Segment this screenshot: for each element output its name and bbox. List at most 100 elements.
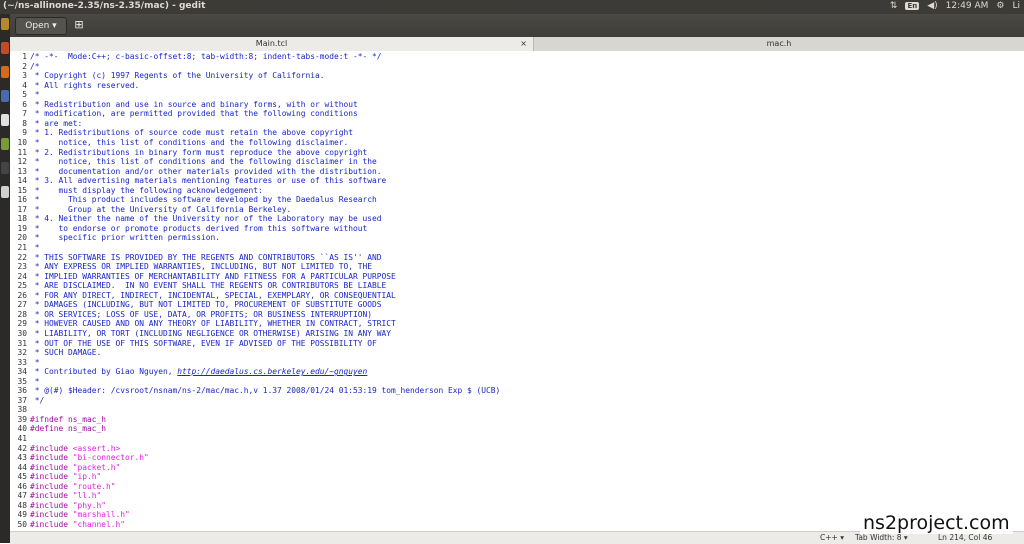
code-line[interactable]: #include "phy.h" bbox=[30, 501, 106, 511]
code-text: * HOWEVER CAUSED AND ON ANY THEORY OF LI… bbox=[30, 319, 396, 329]
code-line[interactable]: * modification, are permitted provided t… bbox=[30, 109, 358, 119]
launcher-icon[interactable] bbox=[1, 18, 9, 30]
line-number: 25 bbox=[17, 281, 27, 291]
code-line[interactable]: * SUCH DAMAGE. bbox=[30, 348, 102, 358]
code-text: * This product includes software develop… bbox=[30, 195, 377, 205]
code-line[interactable]: * LIABILITY, OR TORT (INCLUDING NEGLIGEN… bbox=[30, 329, 391, 339]
code-text: /* bbox=[30, 61, 40, 71]
code-line[interactable]: #include "route.h" bbox=[30, 482, 116, 492]
code-line[interactable]: /* -*- Mode:C++; c-basic-offset:8; tab-w… bbox=[30, 52, 382, 62]
save-icon[interactable]: ⊞ bbox=[70, 17, 88, 33]
launcher-icon[interactable] bbox=[1, 66, 9, 78]
code-line[interactable]: * bbox=[30, 358, 40, 368]
code-line[interactable]: * DAMAGES (INCLUDING, BUT NOT LIMITED TO… bbox=[30, 300, 382, 310]
code-line[interactable]: #include <assert.h> bbox=[30, 444, 120, 454]
code-line[interactable]: /* bbox=[30, 62, 40, 72]
cursor-position: Ln 214, Col 46 bbox=[938, 533, 993, 542]
url-link[interactable]: http://daedalus.cs.berkeley.edu/~gnguyen bbox=[177, 367, 367, 376]
line-number: 40 bbox=[17, 424, 27, 434]
code-line[interactable]: * THIS SOFTWARE IS PROVIDED BY THE REGEN… bbox=[30, 253, 382, 263]
code-line[interactable]: * specific prior written permission. bbox=[30, 233, 220, 243]
code-line[interactable]: * Contributed by Giao Nguyen, http://dae… bbox=[30, 367, 368, 377]
code-text: * ARE DISCLAIMED. IN NO EVENT SHALL THE … bbox=[30, 281, 387, 291]
code-line[interactable]: * OR SERVICES; LOSS OF USE, DATA, OR PRO… bbox=[30, 310, 372, 320]
code-text: * ANY EXPRESS OR IMPLIED WARRANTIES, INC… bbox=[30, 262, 373, 272]
code-line[interactable]: #include "packet.h" bbox=[30, 463, 120, 473]
code-text: * bbox=[30, 243, 40, 252]
settings-icon[interactable]: ⚙ bbox=[996, 1, 1004, 11]
code-line[interactable]: * IMPLIED WARRANTIES OF MERCHANTABILITY … bbox=[30, 272, 396, 282]
code-line[interactable]: * @(#) $Header: /cvsroot/nsnam/ns-2/mac/… bbox=[30, 386, 501, 396]
network-icon[interactable]: ⇅ bbox=[890, 1, 898, 11]
user-name[interactable]: Li bbox=[1012, 1, 1020, 11]
code-text: * Redistribution and use in source and b… bbox=[30, 99, 358, 109]
launcher-icon[interactable] bbox=[1, 162, 9, 174]
code-line[interactable]: * Redistribution and use in source and b… bbox=[30, 100, 358, 110]
code-line[interactable]: * 3. All advertising materials mentionin… bbox=[30, 176, 387, 186]
code-text: * FOR ANY DIRECT, INDIRECT, INCIDENTAL, … bbox=[30, 290, 396, 300]
code-line[interactable]: #include "ll.h" bbox=[30, 491, 101, 501]
code-line[interactable]: * Group at the University of California … bbox=[30, 205, 292, 215]
launcher-icon[interactable] bbox=[1, 138, 9, 150]
tab-label: mac.h bbox=[766, 39, 792, 48]
volume-icon[interactable]: ◀) bbox=[927, 1, 937, 11]
line-number: 49 bbox=[17, 510, 27, 520]
code-line[interactable]: * 2. Redistributions in binary form must… bbox=[30, 148, 368, 158]
code-line[interactable]: * FOR ANY DIRECT, INDIRECT, INCIDENTAL, … bbox=[30, 291, 396, 301]
line-number: 26 bbox=[17, 290, 27, 300]
code-line[interactable]: * to endorse or promote products derived… bbox=[30, 224, 368, 234]
code-line[interactable]: * ANY EXPRESS OR IMPLIED WARRANTIES, INC… bbox=[30, 262, 372, 272]
code-line[interactable]: * HOWEVER CAUSED AND ON ANY THEORY OF LI… bbox=[30, 319, 396, 329]
keyboard-indicator[interactable]: En bbox=[905, 2, 920, 10]
code-editor[interactable]: 1 2 3 4 5 6 7 8 9 10 11 12 13 14 15 16 17 18 19 20 21 22 23 24 2… bbox=[10, 51, 1024, 531]
line-number: 14 bbox=[17, 176, 27, 186]
code-line[interactable]: * bbox=[30, 243, 40, 253]
code-text: * OUT OF THE USE OF THIS SOFTWARE, EVEN … bbox=[30, 338, 377, 348]
code-line[interactable]: * 4. Neither the name of the University … bbox=[30, 214, 382, 224]
launcher-icon[interactable] bbox=[1, 42, 9, 54]
code-string: "channel.h" bbox=[72, 519, 126, 529]
line-number: 32 bbox=[17, 348, 27, 358]
tab-mac-h[interactable]: mac.h bbox=[534, 37, 1024, 51]
code-line[interactable]: */ bbox=[30, 396, 45, 406]
code-line[interactable]: * Copyright (c) 1997 Regents of the Univ… bbox=[30, 71, 325, 81]
code-text: #include bbox=[30, 510, 73, 520]
code-text: #include bbox=[30, 481, 73, 491]
language-selector[interactable]: C++ ▾ bbox=[820, 533, 844, 542]
code-line[interactable]: * bbox=[30, 377, 40, 387]
code-line[interactable]: * This product includes software develop… bbox=[30, 195, 377, 205]
code-line[interactable]: #ifndef ns_mac_h bbox=[30, 415, 106, 425]
code-line[interactable]: * must display the following acknowledge… bbox=[30, 186, 263, 196]
line-number: 47 bbox=[17, 491, 27, 501]
code-line[interactable]: #include "channel.h" bbox=[30, 520, 125, 530]
open-button[interactable]: Open ▾ bbox=[15, 17, 67, 35]
code-line[interactable]: #define ns_mac_h bbox=[30, 424, 106, 434]
code-string: "bi-connector.h" bbox=[72, 453, 149, 463]
code-text: * modification, are permitted provided t… bbox=[30, 109, 358, 119]
line-number: 48 bbox=[17, 500, 27, 510]
code-line[interactable]: * notice, this list of conditions and th… bbox=[30, 157, 377, 167]
close-icon[interactable]: × bbox=[520, 37, 527, 51]
code-text: * specific prior written permission. bbox=[30, 233, 221, 243]
code-line[interactable]: #include "marshall.h" bbox=[30, 510, 130, 520]
tab-width-selector[interactable]: Tab Width: 8 ▾ bbox=[855, 533, 908, 542]
code-line[interactable]: * bbox=[30, 90, 40, 100]
launcher-icon[interactable] bbox=[1, 90, 9, 102]
code-string: "packet.h" bbox=[72, 462, 121, 472]
code-text: * THIS SOFTWARE IS PROVIDED BY THE REGEN… bbox=[30, 252, 382, 262]
code-line[interactable]: * 1. Redistributions of source code must… bbox=[30, 128, 353, 138]
code-line[interactable]: #include "bi-connector.h" bbox=[30, 453, 149, 463]
clock[interactable]: 12:49 AM bbox=[946, 1, 989, 11]
launcher-icon[interactable] bbox=[1, 114, 9, 126]
code-line[interactable]: * are met: bbox=[30, 119, 83, 129]
code-line[interactable]: * OUT OF THE USE OF THIS SOFTWARE, EVEN … bbox=[30, 339, 377, 349]
code-line[interactable]: * ARE DISCLAIMED. IN NO EVENT SHALL THE … bbox=[30, 281, 387, 291]
code-line[interactable]: * All rights reserved. bbox=[30, 81, 140, 91]
line-number: 9 bbox=[22, 128, 27, 138]
code-line[interactable]: #include "ip.h" bbox=[30, 472, 101, 482]
code-line[interactable]: * documentation and/or other materials p… bbox=[30, 167, 382, 177]
tab-main-tcl[interactable]: Main.tcl × bbox=[10, 37, 534, 51]
code-text: #include bbox=[30, 453, 73, 463]
launcher-icon[interactable] bbox=[1, 186, 9, 198]
code-line[interactable]: * notice, this list of conditions and th… bbox=[30, 138, 349, 148]
